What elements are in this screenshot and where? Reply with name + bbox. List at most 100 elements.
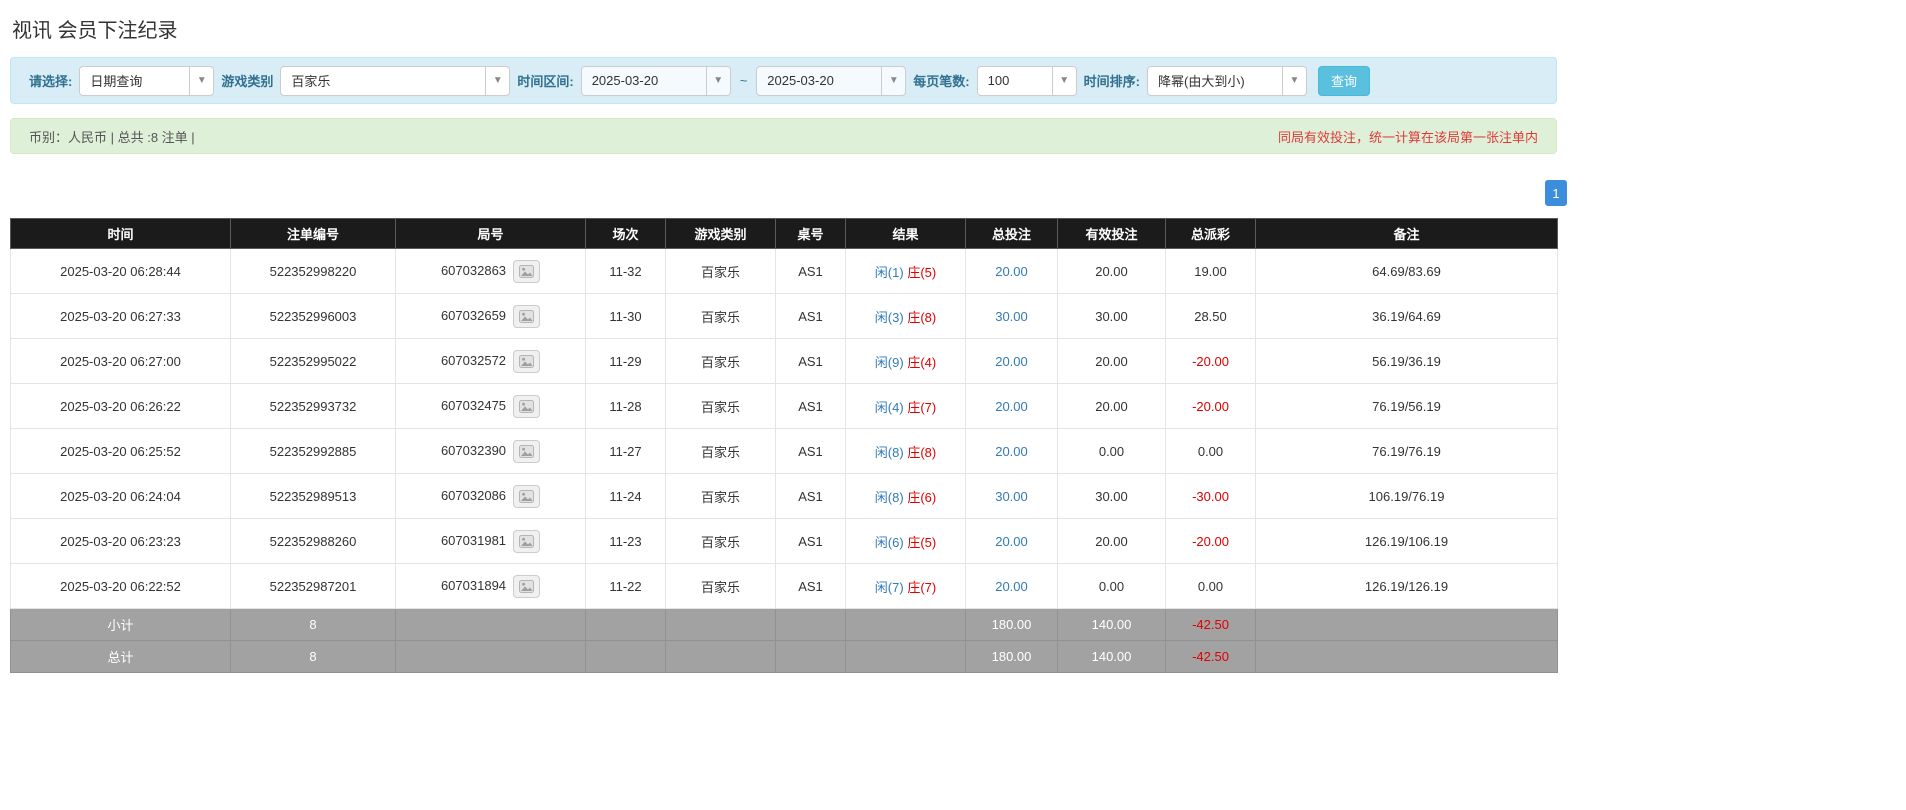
table-row: 2025-03-20 06:24:04 522352989513 607032086… [10,473,1558,519]
cell-game-type: 百家乐 [665,518,776,564]
cell-game-type: 百家乐 [665,293,776,339]
cell-time: 2025-03-20 06:22:52 [10,563,231,609]
cell-round: 607031981 [395,518,586,564]
cell-table-no: AS1 [775,338,846,384]
cell-total-bet: 30.00 [965,293,1058,339]
total-bet-link[interactable]: 20.00 [995,354,1028,369]
summary-label: 总计 [10,640,231,673]
table-row: 2025-03-20 06:27:33 522352996003 607032659… [10,293,1558,339]
result-player: 闲(9) [874,354,904,370]
chevron-down-icon: ▼ [485,66,509,95]
page-button-1[interactable]: 1 [1545,180,1567,206]
cell-payout: 28.50 [1165,293,1256,339]
total-bet-link[interactable]: 30.00 [995,309,1028,324]
header-note: 备注 [1255,218,1558,249]
currency-total-text: 币别：人民币 | 总共 :8 注单 | [29,129,195,145]
total-bet-link[interactable]: 20.00 [995,264,1028,279]
round-number: 607031894 [440,577,507,593]
records-table: 时间 注单编号 局号 场次 游戏类别 桌号 结果 总投注 有效投注 总派彩 备注… [10,218,1558,673]
chevron-down-icon: ▼ [705,66,730,95]
total-bet-link[interactable]: 20.00 [995,534,1028,549]
header-result: 结果 [845,218,966,249]
query-type-select[interactable]: 日期查询 ▼ [79,65,215,96]
cell-result: 闲(6) 庄(5) [845,518,966,564]
total-bet-link[interactable]: 20.00 [995,444,1028,459]
header-game-type: 游戏类别 [665,218,776,249]
sort-value: 降幂(由大到小) [1157,74,1245,89]
result-player: 闲(4) [874,399,904,415]
cell-bet-id: 522352988260 [230,518,396,564]
total-bet-link[interactable]: 20.00 [995,579,1028,594]
result-player: 闲(8) [874,489,904,505]
cell-total-bet: 30.00 [965,473,1058,519]
header-bet-id: 注单编号 [230,218,396,249]
round-media-button[interactable] [513,574,541,598]
cell-game-type: 百家乐 [665,563,776,609]
result-banker: 庄(5) [907,264,937,280]
summary-count: 8 [230,640,396,673]
table-row: 2025-03-20 06:28:44 522352998220 607032863… [10,248,1558,294]
date-range-separator: ~ [739,73,748,88]
result-banker: 庄(6) [907,489,937,505]
round-number: 607032475 [440,397,507,413]
summary-total-bet: 180.00 [965,640,1058,673]
cell-payout: -30.00 [1165,473,1256,519]
total-bet-link[interactable]: 20.00 [995,399,1028,414]
round-media-button[interactable] [513,394,541,418]
total-bet-link[interactable]: 30.00 [995,489,1028,504]
game-type-select[interactable]: 百家乐 ▼ [280,65,511,96]
cell-table-no: AS1 [775,473,846,519]
table-row: 2025-03-20 06:22:52 522352987201 607031894… [10,563,1558,609]
cell-bet-id: 522352995022 [230,338,396,384]
cell-valid-bet: 0.00 [1057,428,1166,474]
table-body: 2025-03-20 06:28:44 522352998220 607032863… [10,248,1558,673]
date-from-select[interactable]: 2025-03-20 ▼ [580,65,731,96]
round-media-button[interactable] [513,484,541,508]
summary-label: 小计 [10,608,231,641]
search-button[interactable]: 查询 [1317,65,1370,96]
round-media-button[interactable] [513,259,541,283]
header-valid-bet: 有效投注 [1057,218,1166,249]
round-media-button[interactable] [513,439,541,463]
summary-total-bet: 180.00 [965,608,1058,641]
result-player: 闲(6) [874,534,904,550]
result-banker: 庄(7) [907,399,937,415]
summary-valid-bet: 140.00 [1057,608,1166,641]
page-size-value: 100 [987,73,1010,88]
cell-payout: -20.00 [1165,383,1256,429]
cell-game-type: 百家乐 [665,338,776,384]
date-from-value: 2025-03-20 [591,73,659,88]
cell-game-type: 百家乐 [665,383,776,429]
image-icon [519,534,535,548]
round-media-button[interactable] [513,349,541,373]
cell-valid-bet: 0.00 [1057,563,1166,609]
date-to-select[interactable]: 2025-03-20 ▼ [756,65,907,96]
cell-session: 11-22 [585,563,666,609]
sort-select[interactable]: 降幂(由大到小) ▼ [1146,65,1307,96]
cell-total-bet: 20.00 [965,248,1058,294]
cell-bet-id: 522352987201 [230,563,396,609]
image-icon [519,489,535,503]
result-banker: 庄(8) [907,444,937,460]
cell-session: 11-30 [585,293,666,339]
cell-valid-bet: 20.00 [1057,383,1166,429]
summary-valid-bet: 140.00 [1057,640,1166,673]
pagination: 1 [10,180,1567,206]
cell-note: 76.19/56.19 [1255,383,1558,429]
cell-time: 2025-03-20 06:26:22 [10,383,231,429]
select-label: 请选择: [29,74,73,89]
cell-result: 闲(1) 庄(5) [845,248,966,294]
cell-time: 2025-03-20 06:24:04 [10,473,231,519]
result-player: 闲(3) [874,309,904,325]
round-media-button[interactable] [513,304,541,328]
cell-round: 607032863 [395,248,586,294]
table-header-row: 时间 注单编号 局号 场次 游戏类别 桌号 结果 总投注 有效投注 总派彩 备注 [10,218,1558,249]
chevron-down-icon: ▼ [881,66,905,95]
game-type-label: 游戏类别 [221,74,274,89]
page-size-select[interactable]: 100 ▼ [976,65,1077,96]
cell-round: 607032086 [395,473,586,519]
time-range-label: 时间区间: [517,74,574,89]
round-media-button[interactable] [513,529,541,553]
result-banker: 庄(8) [907,309,937,325]
header-session: 场次 [585,218,666,249]
